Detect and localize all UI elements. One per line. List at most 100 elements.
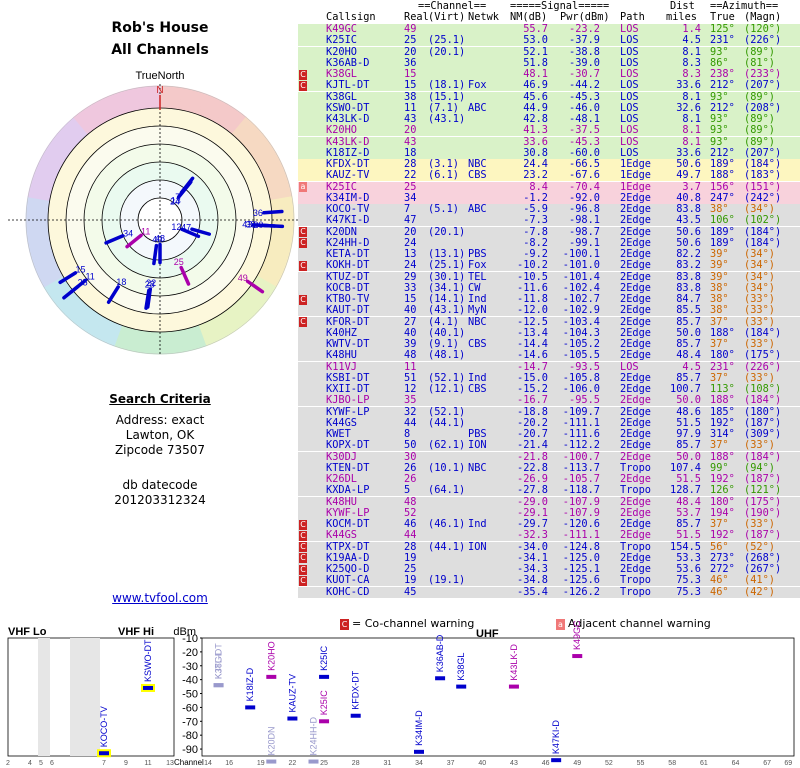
cell-netwk: NBC xyxy=(468,315,487,328)
table-column-header: Callsign Real (Virt) Netwk NM(dB) Pwr(dBm) Pat… xyxy=(298,12,800,23)
cell-real: 47 xyxy=(404,214,417,227)
station-channel-label: 36 xyxy=(253,208,263,218)
signal-bar xyxy=(308,759,319,764)
cell-dist: 4.5 xyxy=(682,360,701,373)
cell-magn: (42°) xyxy=(744,585,775,598)
vhf-hi-label: VHF Hi xyxy=(118,626,154,638)
cell-callsign: K47KI-D xyxy=(326,214,370,227)
signal-label: KAUZ-TV xyxy=(287,674,297,713)
cell-callsign: KAUT-DT xyxy=(326,304,370,317)
cell-magn: (89°) xyxy=(744,90,775,103)
signal-bar xyxy=(435,676,446,681)
cell-real: 20 xyxy=(404,124,417,137)
cell-magn: (207°) xyxy=(744,79,782,92)
table-row: KFOR-DT 27 (4.1) NBC -12.5 -103.4 2Edge 85.7 37°… xyxy=(298,315,800,328)
cell-magn: (89°) xyxy=(744,45,775,58)
cell-magn: (52°) xyxy=(744,540,775,553)
cell-nm: -34.0 xyxy=(517,540,548,553)
cell-pwr: -100.7 xyxy=(562,450,600,463)
cell-true: 180° xyxy=(710,349,735,362)
cell-magn: (151°) xyxy=(744,180,782,193)
cell-callsign: K48HU xyxy=(326,349,357,362)
cell-magn: (183°) xyxy=(744,169,782,182)
cell-path: Tropo xyxy=(620,540,651,553)
cell-callsign: KYWF-LP xyxy=(326,405,370,418)
channel-tick-label: 49 xyxy=(573,760,581,767)
cell-netwk: TEL xyxy=(468,270,487,283)
cell-real: 48 xyxy=(404,349,417,362)
cell-virt: (4.1) xyxy=(428,315,459,328)
cell-path: LOS xyxy=(620,79,639,92)
cell-dist: 43.5 xyxy=(676,214,701,227)
station-channel-label: 25 xyxy=(174,257,184,267)
cell-real: 30 xyxy=(404,450,417,463)
cell-virt: (20.1) xyxy=(428,225,466,238)
table-row: K25IC 25 (25.1) 53.0 -37.9 LOS 4.5 231° (226°) xyxy=(298,34,800,47)
cell-real: 22 xyxy=(404,169,417,182)
cell-path: LOS xyxy=(620,34,639,47)
signal-bar xyxy=(143,685,153,690)
cell-netwk: ABC xyxy=(468,203,487,215)
y-tick-label: -50 xyxy=(182,689,198,701)
x-axis-label: Channel xyxy=(174,758,204,767)
table-row: KUOT-CA 19 (19.1) -34.8 -125.6 Tropo 75.3 46° (4… xyxy=(298,574,800,587)
co-channel-warning: C xyxy=(299,238,307,249)
page-subtitle: All Channels xyxy=(111,42,209,58)
cell-path: 1Edge xyxy=(620,169,651,182)
cell-pwr: -67.6 xyxy=(569,169,600,182)
cell-netwk: NBC xyxy=(468,461,487,474)
cell-true: 93° xyxy=(710,124,729,137)
cell-real: 48 xyxy=(404,495,417,508)
cell-virt: (25.1) xyxy=(428,34,466,47)
cell-virt: (62.1) xyxy=(428,439,466,452)
channel-tick-label: 34 xyxy=(415,760,423,767)
cell-real: 27 xyxy=(404,315,417,328)
cell-pwr: -95.5 xyxy=(569,394,600,407)
cell-nm: 45.6 xyxy=(523,90,548,103)
cell-true: 192° xyxy=(710,529,735,542)
cell-netwk: ION xyxy=(468,540,487,553)
signal-label: K20DN xyxy=(266,727,276,756)
table-row: KTUZ-DT 29 (30.1) TEL -10.5 -101.4 2Edge 83.8 39… xyxy=(298,270,800,283)
cell-magn: (33°) xyxy=(744,439,775,452)
cell-nm: -35.4 xyxy=(517,585,548,598)
tvfool-link[interactable]: www.tvfool.com xyxy=(40,591,280,605)
cell-dist: 50.0 xyxy=(676,450,701,463)
cell-callsign: KXDA-LP xyxy=(326,484,370,497)
channel-tick-label: 67 xyxy=(763,760,771,767)
cell-callsign: KJBO-LP xyxy=(326,394,370,407)
cell-true: 156° xyxy=(710,180,735,193)
cell-dist: 83.2 xyxy=(676,259,701,272)
signal-bar xyxy=(245,705,256,710)
cell-true: 56° xyxy=(710,540,729,553)
station-channel-label: 49 xyxy=(238,273,248,283)
cell-dist: 49.7 xyxy=(676,169,701,182)
cell-path: 2Edge xyxy=(620,529,651,542)
cell-callsign: KOPX-DT xyxy=(326,439,370,452)
cell-callsign: KTPX-DT xyxy=(326,540,370,553)
cell-callsign: K25IC xyxy=(326,180,357,193)
channel-tick-label: 40 xyxy=(478,760,486,767)
cell-magn: (89°) xyxy=(744,124,775,137)
cell-path: 1Edge xyxy=(620,180,651,193)
cell-callsign: KFOR-DT xyxy=(326,315,370,328)
cell-virt: (10.1) xyxy=(428,461,466,474)
cell-real: 15 xyxy=(404,79,417,92)
co-channel-warning: C xyxy=(299,80,307,91)
cell-true: 39° xyxy=(710,259,729,272)
cell-magn: (34°) xyxy=(744,270,775,283)
cell-netwk: CBS xyxy=(468,169,487,182)
cell-true: 46° xyxy=(710,574,729,587)
signal-bar xyxy=(508,684,519,689)
channel-tick-label: 52 xyxy=(605,760,613,767)
y-tick-label: -10 xyxy=(182,633,198,645)
signal-label: K38GL xyxy=(214,651,224,679)
cell-dist: 154.5 xyxy=(670,540,701,553)
co-channel-warning: C xyxy=(299,575,307,586)
cell-virt: (18.1) xyxy=(428,79,466,92)
cell-nm: -14.7 xyxy=(517,360,548,373)
cell-dist: 3.7 xyxy=(682,180,701,193)
cell-magn: (34°) xyxy=(744,259,775,272)
channel-tick-label: 37 xyxy=(447,760,455,767)
cell-callsign: K43LK-D xyxy=(326,135,370,148)
